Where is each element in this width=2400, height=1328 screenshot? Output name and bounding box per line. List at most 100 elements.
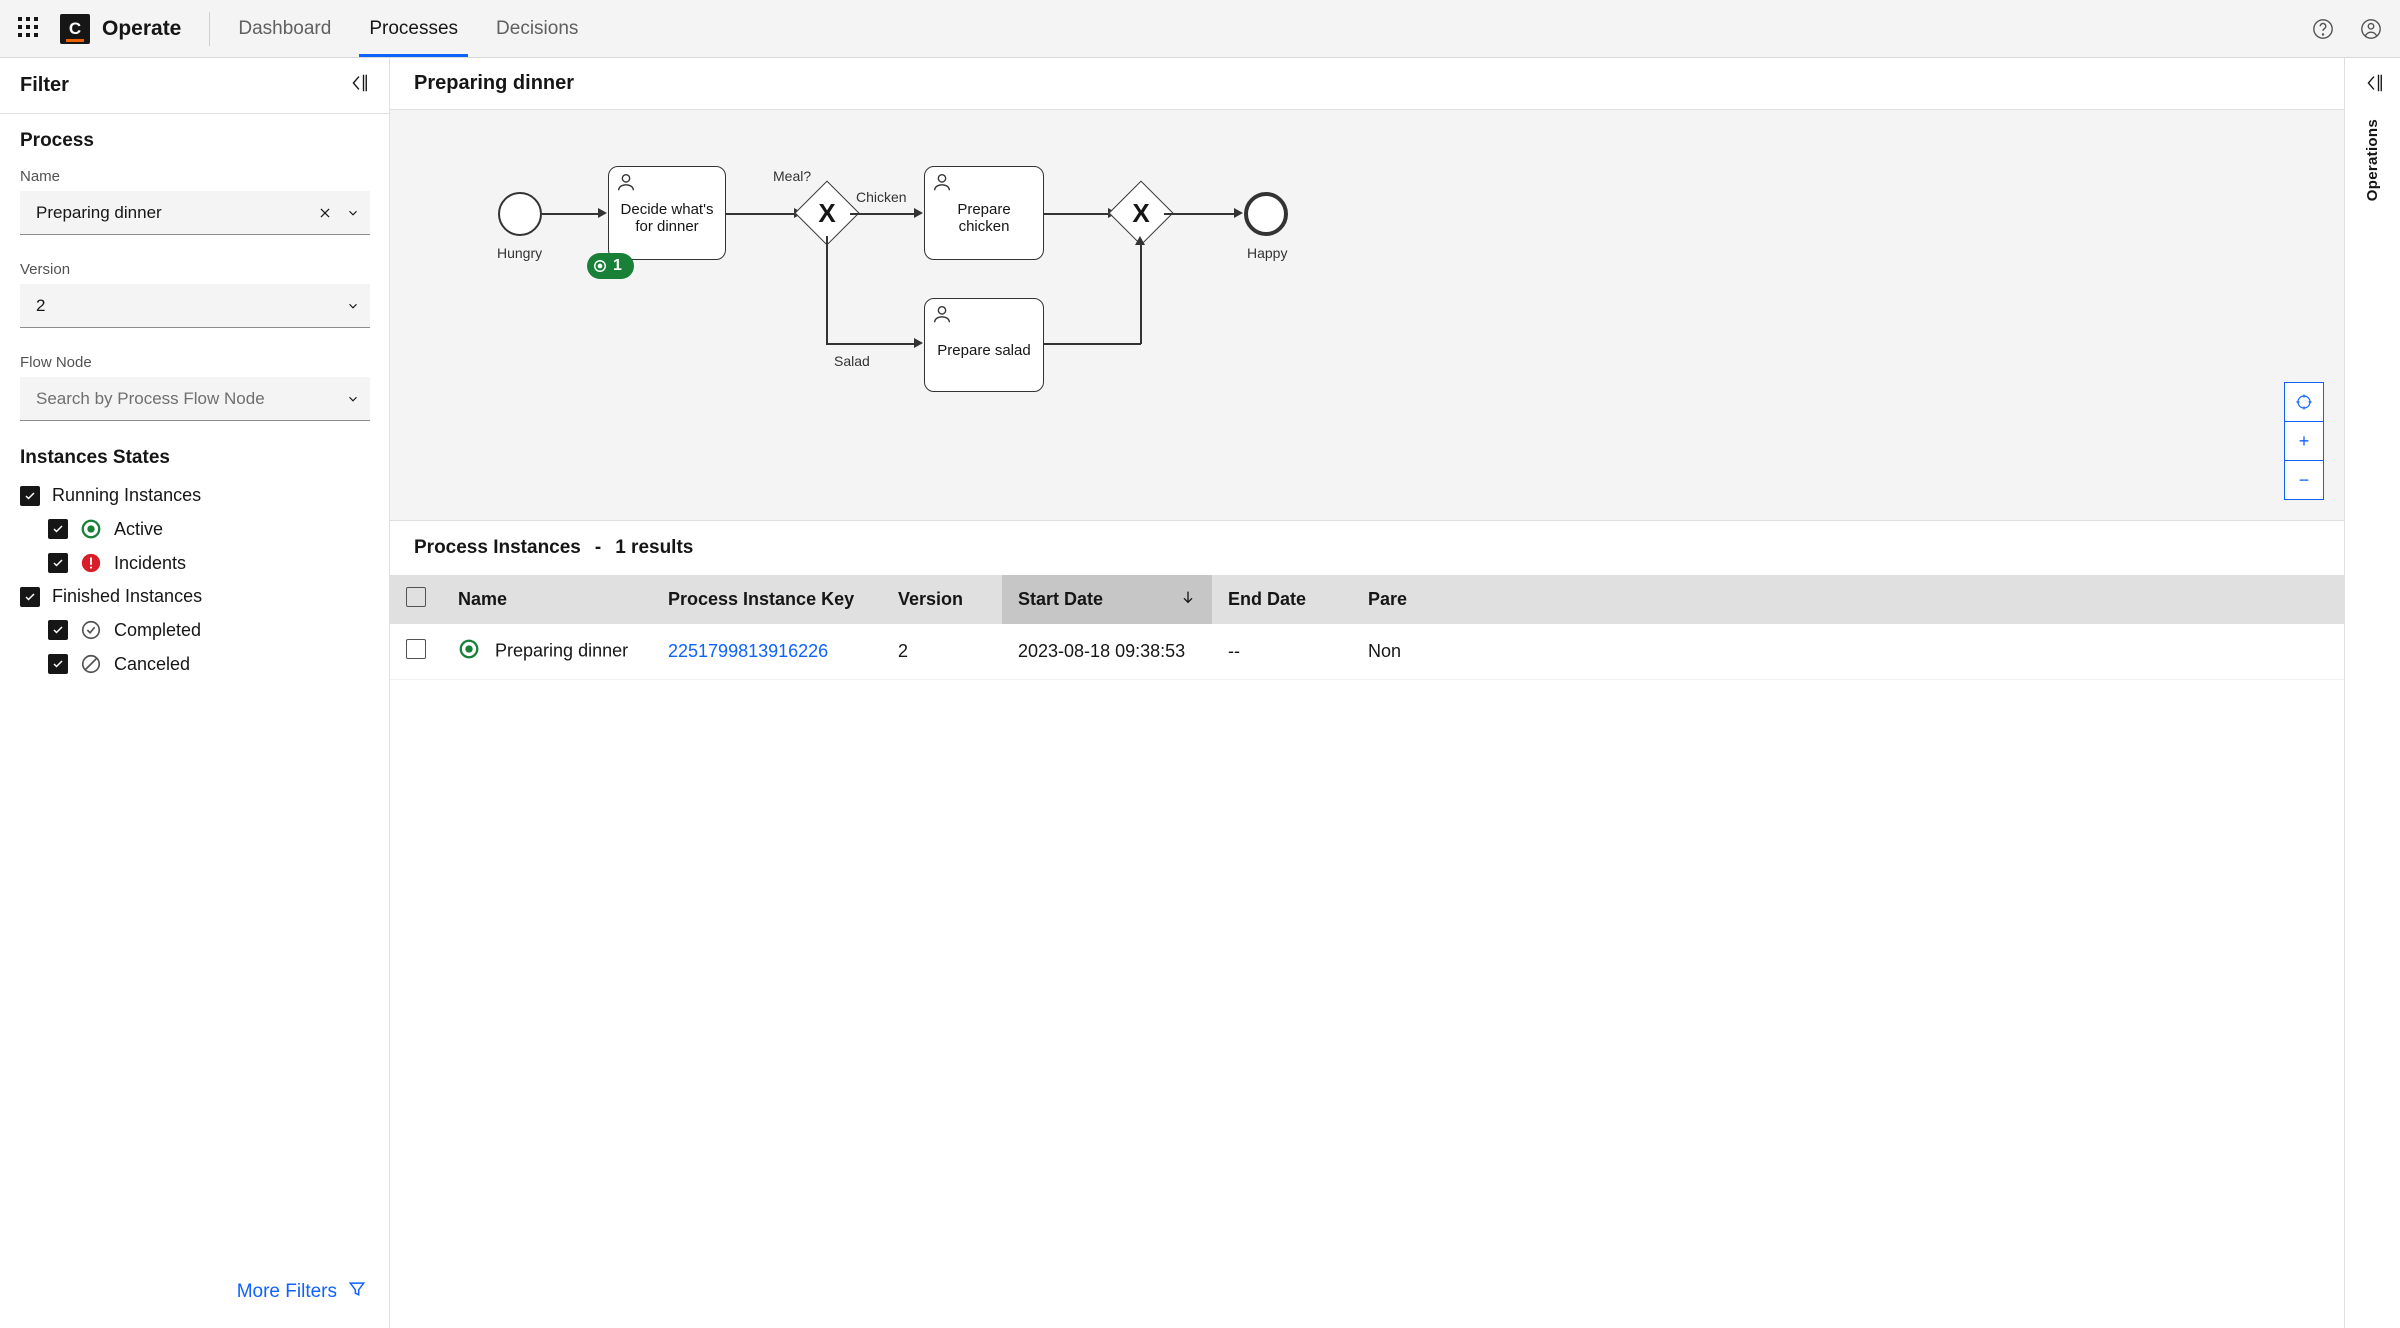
version-label: Version bbox=[20, 261, 369, 278]
incident-status-icon bbox=[80, 552, 102, 574]
col-key[interactable]: Process Instance Key bbox=[652, 575, 882, 624]
col-label: Start Date bbox=[1018, 589, 1103, 609]
flownode-label: Flow Node bbox=[20, 354, 369, 371]
checkbox-icon[interactable] bbox=[48, 654, 68, 674]
chicken-path-label: Chicken bbox=[856, 189, 907, 205]
active-status-icon bbox=[458, 638, 480, 665]
flownode-select[interactable]: Search by Process Flow Node bbox=[20, 377, 370, 421]
row-version: 2 bbox=[882, 624, 1002, 680]
gateway-join[interactable]: X bbox=[1118, 190, 1164, 236]
task-chicken[interactable]: Prepare chicken bbox=[924, 166, 1044, 260]
sort-desc-icon bbox=[1180, 589, 1196, 610]
topbar: C Operate Dashboard Processes Decisions bbox=[0, 0, 2400, 58]
state-incidents[interactable]: Incidents bbox=[48, 552, 369, 574]
row-checkbox[interactable] bbox=[406, 639, 426, 659]
tab-processes[interactable]: Processes bbox=[369, 2, 458, 56]
state-canceled[interactable]: Canceled bbox=[48, 653, 369, 675]
col-name[interactable]: Name bbox=[442, 575, 652, 624]
end-event[interactable] bbox=[1244, 192, 1288, 236]
task-label: Decide what's for dinner bbox=[617, 201, 717, 235]
help-icon[interactable] bbox=[2312, 18, 2334, 40]
completed-status-icon bbox=[80, 619, 102, 641]
start-event[interactable] bbox=[498, 192, 542, 236]
state-label: Running Instances bbox=[52, 485, 201, 506]
col-version[interactable]: Version bbox=[882, 575, 1002, 624]
row-start: 2023-08-18 09:38:53 bbox=[1002, 624, 1212, 680]
row-parent: Non bbox=[1352, 624, 2344, 680]
state-finished[interactable]: Finished Instances bbox=[20, 586, 369, 607]
expand-operations-icon[interactable] bbox=[2362, 72, 2384, 99]
start-event-label: Hungry bbox=[497, 245, 542, 261]
gateway-label: Meal? bbox=[773, 168, 811, 184]
instances-count: 1 results bbox=[615, 537, 693, 559]
tab-dashboard[interactable]: Dashboard bbox=[238, 2, 331, 56]
user-task-icon bbox=[615, 171, 637, 197]
operations-label: Operations bbox=[2364, 119, 2381, 201]
zoom-out-button[interactable]: − bbox=[2284, 460, 2324, 500]
token-count: 1 bbox=[613, 257, 622, 275]
content-header: Preparing dinner bbox=[390, 58, 2344, 110]
chevron-down-icon[interactable] bbox=[346, 392, 360, 406]
task-label: Prepare chicken bbox=[933, 201, 1035, 235]
task-salad[interactable]: Prepare salad bbox=[924, 298, 1044, 392]
state-label: Canceled bbox=[114, 654, 190, 675]
col-parent[interactable]: Pare bbox=[1352, 575, 2344, 624]
instances-summary: Process Instances - 1 results bbox=[390, 520, 2344, 575]
separator: - bbox=[595, 537, 601, 559]
task-decide[interactable]: Decide what's for dinner bbox=[608, 166, 726, 260]
zoom-controls: + − bbox=[2284, 383, 2324, 500]
gateway-meal[interactable]: X bbox=[804, 190, 850, 236]
task-label: Prepare salad bbox=[937, 342, 1030, 359]
more-filters-button[interactable]: More Filters bbox=[237, 1281, 337, 1303]
brand-logo: C bbox=[60, 14, 90, 44]
checkbox-icon[interactable] bbox=[48, 620, 68, 640]
select-all-checkbox[interactable] bbox=[406, 587, 426, 607]
app-title: Operate bbox=[102, 17, 181, 41]
checkbox-icon[interactable] bbox=[48, 553, 68, 573]
salad-path-label: Salad bbox=[834, 353, 870, 369]
col-end-date[interactable]: End Date bbox=[1212, 575, 1352, 624]
filter-icon[interactable] bbox=[347, 1279, 367, 1304]
bpmn-diagram[interactable]: Hungry Decide what's for dinner 1 X Meal… bbox=[390, 110, 2344, 520]
state-active[interactable]: Active bbox=[48, 518, 369, 540]
row-instance-key[interactable]: 2251799813916226 bbox=[652, 624, 882, 680]
name-label: Name bbox=[20, 168, 369, 185]
checkbox-icon[interactable] bbox=[20, 587, 40, 607]
user-task-icon bbox=[931, 171, 953, 197]
tab-decisions[interactable]: Decisions bbox=[496, 2, 578, 56]
states-section-title: Instances States bbox=[20, 447, 369, 469]
nav-tabs: Dashboard Processes Decisions bbox=[238, 2, 578, 56]
active-status-icon bbox=[80, 518, 102, 540]
user-icon[interactable] bbox=[2360, 18, 2382, 40]
row-name: Preparing dinner bbox=[495, 640, 628, 660]
zoom-fit-button[interactable] bbox=[2284, 382, 2324, 422]
state-label: Finished Instances bbox=[52, 586, 202, 607]
clear-icon[interactable] bbox=[318, 206, 332, 220]
token-badge: 1 bbox=[587, 253, 634, 279]
checkbox-icon[interactable] bbox=[20, 486, 40, 506]
state-completed[interactable]: Completed bbox=[48, 619, 369, 641]
state-label: Completed bbox=[114, 620, 201, 641]
chevron-down-icon[interactable] bbox=[346, 206, 360, 220]
state-label: Incidents bbox=[114, 553, 186, 574]
table-row[interactable]: Preparing dinner 2251799813916226 2 2023… bbox=[390, 624, 2344, 680]
zoom-in-button[interactable]: + bbox=[2284, 421, 2324, 461]
checkbox-icon[interactable] bbox=[48, 519, 68, 539]
user-task-icon bbox=[931, 303, 953, 329]
chevron-down-icon[interactable] bbox=[346, 299, 360, 313]
filter-title: Filter bbox=[20, 74, 69, 97]
collapse-sidebar-icon[interactable] bbox=[347, 72, 369, 99]
main-content: Preparing dinner Hungry Decide what's fo… bbox=[390, 58, 2344, 1328]
state-running[interactable]: Running Instances bbox=[20, 485, 369, 506]
row-end: -- bbox=[1212, 624, 1352, 680]
filter-header: Filter bbox=[0, 58, 389, 114]
version-select[interactable]: 2 bbox=[20, 284, 370, 328]
col-start-date[interactable]: Start Date bbox=[1002, 575, 1212, 624]
state-label: Active bbox=[114, 519, 163, 540]
process-title: Preparing dinner bbox=[414, 72, 574, 95]
instances-title: Process Instances bbox=[414, 537, 581, 559]
divider bbox=[209, 12, 210, 46]
operations-rail: Operations bbox=[2344, 58, 2400, 1328]
app-switcher-icon[interactable] bbox=[18, 17, 42, 41]
canceled-status-icon bbox=[80, 653, 102, 675]
